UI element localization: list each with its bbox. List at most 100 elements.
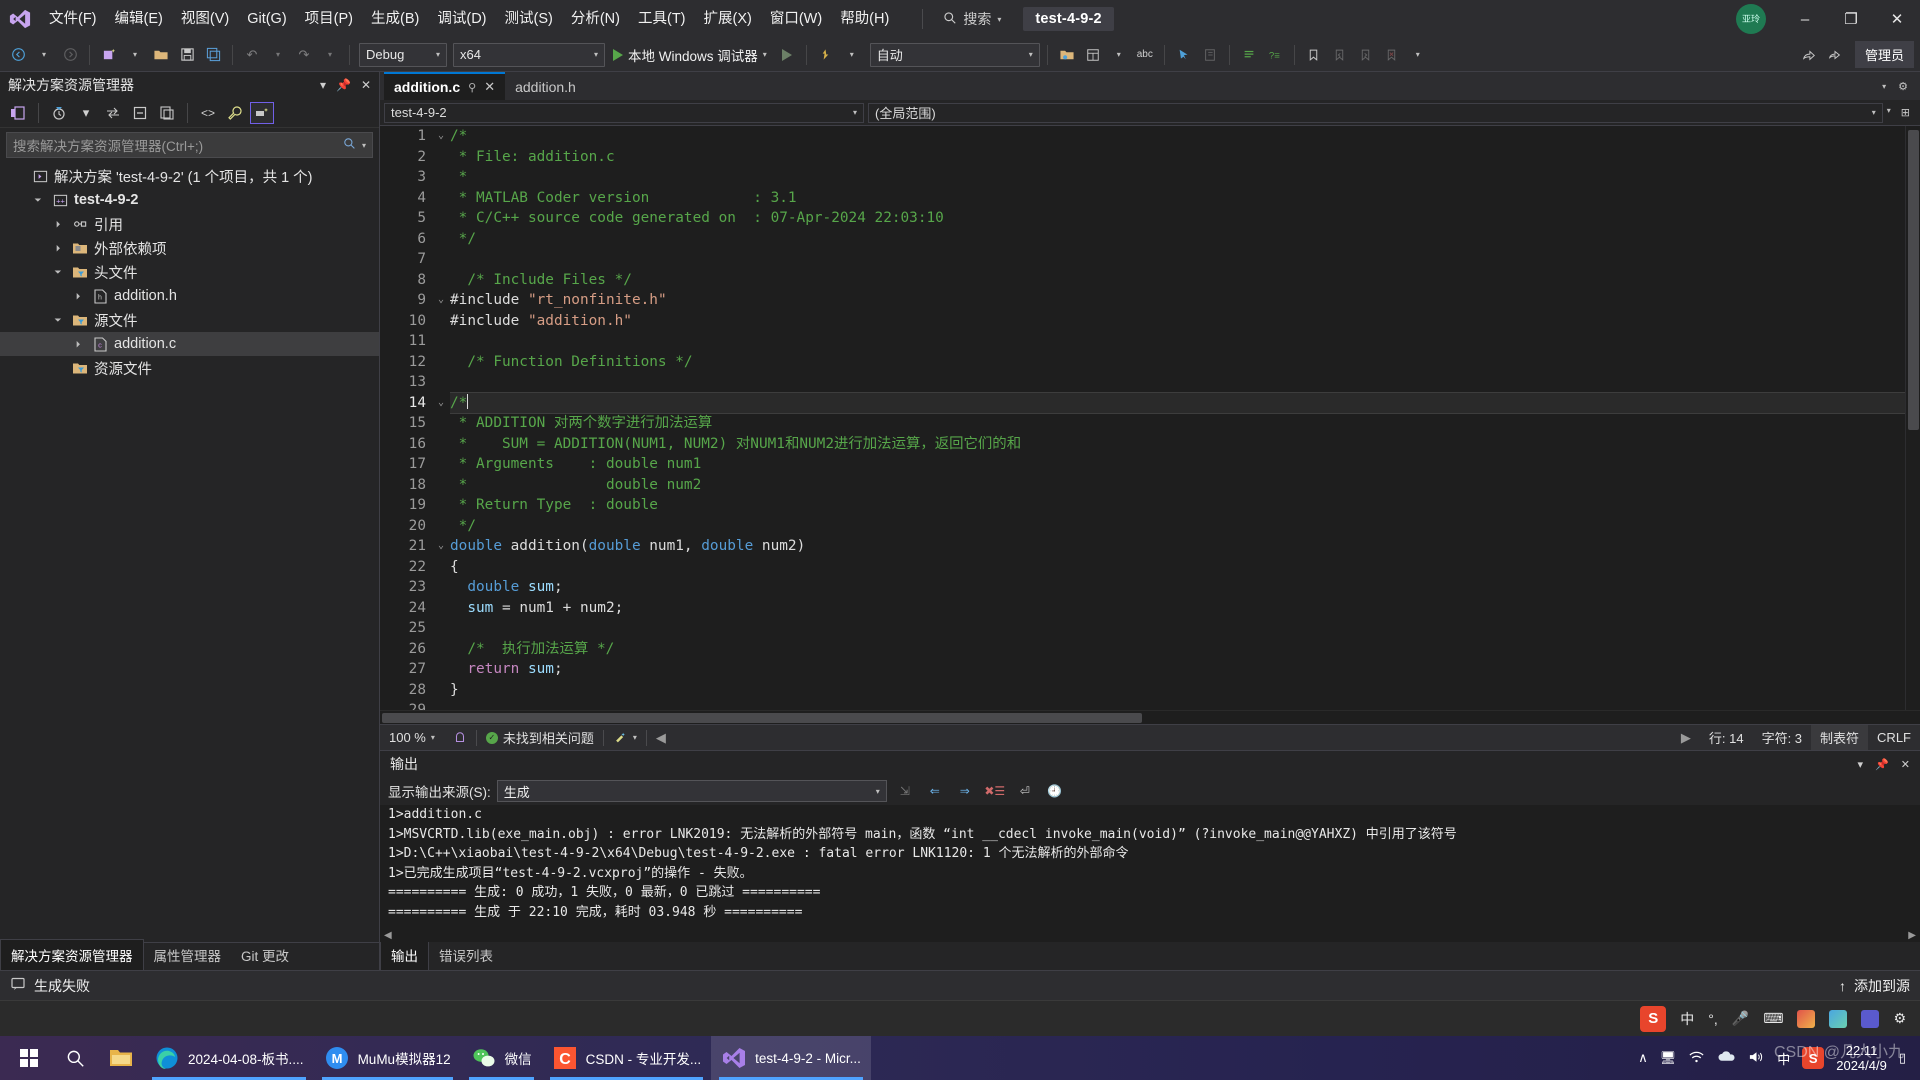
add-to-source-control-label[interactable]: 添加到源 bbox=[1854, 976, 1910, 996]
intellicode-icon[interactable] bbox=[444, 725, 476, 751]
avatar[interactable]: 亚玲 bbox=[1736, 4, 1766, 34]
clear-all-icon[interactable]: ✖☰ bbox=[983, 780, 1007, 802]
share-feedback-icon[interactable] bbox=[1797, 43, 1821, 67]
network-icon[interactable] bbox=[1688, 1050, 1705, 1067]
taskbar-file-explorer[interactable] bbox=[98, 1036, 144, 1080]
code-text[interactable]: /* * File: addition.c * * MATLAB Coder v… bbox=[450, 126, 1905, 710]
code-line[interactable]: /* bbox=[450, 391, 1905, 414]
code-line[interactable]: * bbox=[450, 167, 1905, 188]
uncomment-lines-icon[interactable]: ?≡ bbox=[1263, 43, 1287, 67]
navbar-overflow-icon[interactable]: ▾ bbox=[1887, 106, 1891, 119]
ime-skin-icon[interactable] bbox=[1829, 1009, 1848, 1028]
navigate-back-dropdown-icon[interactable]: ▾ bbox=[32, 43, 56, 67]
go-to-message-icon[interactable]: ⇲ bbox=[893, 780, 917, 802]
show-hidden-icons-icon[interactable]: ∧ bbox=[1638, 1050, 1648, 1066]
code-cleanup-icon[interactable]: ▾ bbox=[604, 725, 646, 751]
project-scope-combo[interactable]: test-4-9-2 ▾ bbox=[384, 102, 864, 123]
tree-item[interactable]: ⏷ ++ test-4-9-2 bbox=[0, 188, 379, 212]
code-line[interactable]: double sum; bbox=[450, 577, 1905, 598]
line-ending-indicator[interactable]: CRLF bbox=[1868, 725, 1920, 751]
next-message-icon[interactable]: ⇒ bbox=[953, 780, 977, 802]
next-bookmark-icon[interactable] bbox=[1354, 43, 1378, 67]
taskbar-item-csdn[interactable]: C CSDN - 专业开发... bbox=[542, 1036, 712, 1080]
code-line[interactable]: */ bbox=[450, 516, 1905, 537]
code-line[interactable]: * C/C++ source code generated on : 07-Ap… bbox=[450, 208, 1905, 229]
code-line[interactable] bbox=[450, 249, 1905, 270]
ime-keyboard-icon[interactable]: ⌨ bbox=[1763, 1010, 1783, 1027]
ime-settings-icon[interactable]: ⚙ bbox=[1893, 1010, 1906, 1027]
fold-toggle-icon[interactable]: ⌄ bbox=[432, 290, 450, 311]
ime-toolbox-icon[interactable] bbox=[1797, 1009, 1816, 1028]
code-line[interactable]: * MATLAB Coder version : 3.1 bbox=[450, 188, 1905, 209]
collapse-twisty-icon[interactable]: ⏵ bbox=[70, 339, 86, 350]
restore-button[interactable]: ❐ bbox=[1828, 0, 1874, 38]
start-debug-button[interactable]: 本地 Windows 调试器 ▾ bbox=[607, 43, 773, 67]
solution-explorer-search-input[interactable]: 搜索解决方案资源管理器(Ctrl+;) ▾ bbox=[6, 132, 373, 158]
undo-icon[interactable]: ↶ bbox=[240, 43, 264, 67]
tree-item[interactable]: ⏵ 引用 bbox=[0, 212, 379, 236]
previous-message-icon[interactable]: ⇐ bbox=[923, 780, 947, 802]
fold-margin[interactable]: ⌄ ⌄ ⌄ ⌄ bbox=[432, 126, 450, 710]
menu-item-extensions[interactable]: 扩展(X) bbox=[695, 0, 761, 38]
properties-window-icon[interactable] bbox=[1081, 43, 1105, 67]
issue-status[interactable]: ✓ 未找到相关问题 bbox=[477, 725, 603, 751]
chevron-down-icon[interactable]: ▾ bbox=[1858, 758, 1864, 771]
tab-overflow-icon[interactable]: ▾ bbox=[1882, 82, 1886, 91]
previous-bookmark-icon[interactable] bbox=[1328, 43, 1352, 67]
global-search[interactable]: 搜索 ▾ bbox=[922, 7, 1001, 31]
solution-name-chip[interactable]: test-4-9-2 bbox=[1023, 7, 1114, 31]
save-all-icon[interactable] bbox=[201, 43, 225, 67]
code-editor[interactable]: 1 2 3 4 5 6 7 8 9 10 11 12 13 14 15 16 17 18 19 20 21 22 23 24 2… bbox=[380, 126, 1920, 710]
editor-horizontal-scrollbar[interactable] bbox=[380, 710, 1920, 724]
code-line[interactable]: /* 执行加法运算 */ bbox=[450, 639, 1905, 660]
code-line[interactable]: * Arguments : double num1 bbox=[450, 454, 1905, 475]
code-line[interactable] bbox=[450, 700, 1905, 710]
menu-item-tools[interactable]: 工具(T) bbox=[629, 0, 695, 38]
process-combo[interactable]: 自动 ▾ bbox=[869, 42, 1040, 67]
collapse-twisty-icon[interactable]: ⏵ bbox=[50, 243, 66, 254]
code-line[interactable]: #include "rt_nonfinite.h" bbox=[450, 290, 1905, 311]
pin-icon[interactable]: ⚲ bbox=[468, 81, 476, 94]
start-without-debugging-icon[interactable] bbox=[775, 43, 799, 67]
sogou-tray-icon[interactable]: S bbox=[1802, 1047, 1825, 1069]
output-source-combo[interactable]: 生成 ▾ bbox=[496, 780, 887, 802]
gear-icon[interactable]: ⚙ bbox=[1898, 80, 1908, 93]
collapse-twisty-icon[interactable]: ⏵ bbox=[70, 291, 86, 302]
fold-toggle-icon[interactable]: ⌄ bbox=[432, 536, 450, 557]
output-horizontal-scrollbar[interactable]: ◀ ▶ bbox=[380, 928, 1920, 942]
properties-dropdown-icon[interactable]: ▾ bbox=[1107, 43, 1131, 67]
bookmark-icon[interactable] bbox=[1302, 43, 1326, 67]
hot-reload-icon[interactable] bbox=[814, 43, 838, 67]
code-line[interactable]: return sum; bbox=[450, 659, 1905, 680]
menu-item-build[interactable]: 生成(B) bbox=[362, 0, 428, 38]
tab-git-changes[interactable]: Git 更改 bbox=[231, 940, 299, 970]
filter-dropdown-icon[interactable]: ▾ bbox=[74, 102, 98, 124]
save-icon[interactable] bbox=[175, 43, 199, 67]
code-line[interactable]: #include "addition.h" bbox=[450, 311, 1905, 332]
menu-item-debug[interactable]: 调试(D) bbox=[428, 0, 495, 38]
redo-dropdown-icon[interactable]: ▾ bbox=[318, 43, 342, 67]
code-line[interactable] bbox=[450, 618, 1905, 639]
scroll-right-icon[interactable]: ▶ bbox=[1672, 725, 1700, 751]
clear-bookmarks-icon[interactable] bbox=[1380, 43, 1404, 67]
view-code-icon[interactable]: <> bbox=[196, 102, 220, 124]
code-line[interactable]: * ADDITION 对两个数字进行加法运算 bbox=[450, 413, 1905, 434]
pin-icon[interactable]: 📌 bbox=[336, 78, 351, 92]
scroll-right-icon[interactable]: ▶ bbox=[1908, 930, 1920, 941]
solution-platform-combo[interactable]: x64 ▾ bbox=[453, 42, 605, 67]
taskbar-item-mumu[interactable]: M MuMu模拟器12 bbox=[314, 1036, 461, 1080]
redo-icon[interactable]: ↷ bbox=[292, 43, 316, 67]
menu-item-help[interactable]: 帮助(H) bbox=[831, 0, 898, 38]
show-desktop-icon[interactable]: ▯ bbox=[1899, 1050, 1906, 1066]
tab-output[interactable]: 输出 bbox=[380, 939, 429, 970]
fold-toggle-icon[interactable]: ⌄ bbox=[432, 126, 450, 147]
close-icon[interactable]: ✕ bbox=[484, 79, 495, 95]
close-icon[interactable]: ✕ bbox=[1901, 758, 1910, 771]
tree-item[interactable]: 资源文件 bbox=[0, 356, 379, 380]
solution-explorer-home-icon[interactable] bbox=[6, 102, 30, 124]
tree-item[interactable]: 解决方案 'test-4-9-2' (1 个项目，共 1 个) bbox=[0, 164, 379, 188]
tray-display-icon[interactable]: 🖥 bbox=[1660, 1050, 1677, 1066]
pointer-select-icon[interactable] bbox=[1172, 43, 1196, 67]
code-line[interactable]: * double num2 bbox=[450, 475, 1905, 496]
editor-vertical-scrollbar[interactable] bbox=[1905, 126, 1920, 710]
